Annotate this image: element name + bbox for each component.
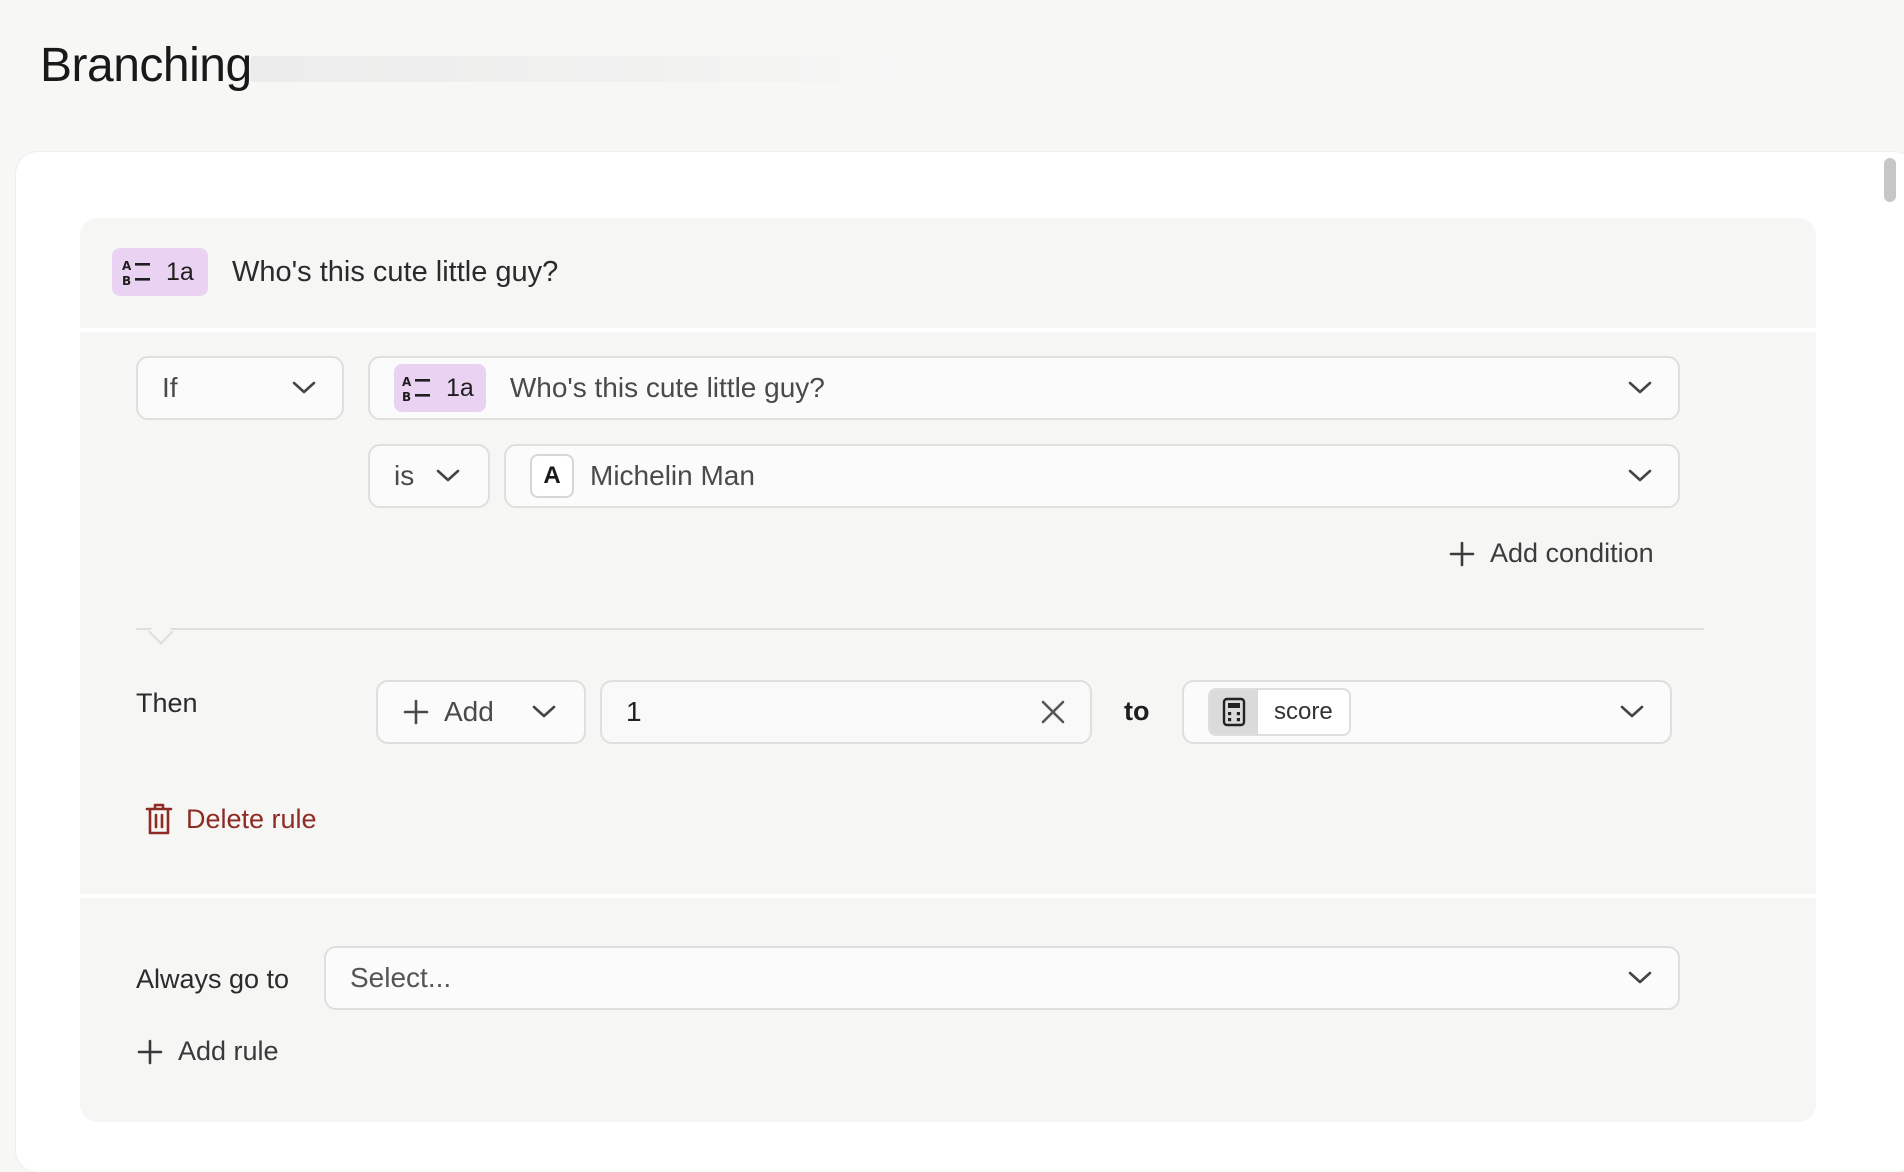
variable-name: score [1274, 698, 1333, 725]
scrollbar[interactable] [1884, 158, 1896, 202]
answer-letter-chip: A [530, 454, 574, 498]
add-rule-label: Add rule [178, 1036, 279, 1066]
then-label: Then [136, 688, 198, 718]
answer-label: Michelin Man [590, 460, 755, 491]
comparator-select[interactable]: is [368, 444, 490, 508]
variable-chip: score [1208, 688, 1351, 736]
delete-rule-button[interactable]: Delete rule [144, 802, 317, 836]
clear-icon[interactable] [1040, 699, 1066, 725]
add-condition-button[interactable]: Add condition [1448, 538, 1654, 569]
svg-text:B: B [122, 274, 131, 287]
condition-question-title: Who's this cute little guy? [509, 372, 825, 403]
multiple-choice-icon: A B [402, 375, 430, 403]
plus-icon [1449, 541, 1475, 566]
svg-text:A: A [402, 375, 412, 389]
action-value-input[interactable]: 1 [600, 680, 1092, 744]
to-label: to [1124, 696, 1150, 726]
svg-text:B: B [402, 390, 411, 403]
branching-card: A B 1a Who's this cute little guy? If A … [80, 218, 1816, 1122]
condition-question-badge: A B 1a [394, 364, 486, 412]
select-placeholder: Select... [350, 962, 452, 993]
multiple-choice-icon: A B [122, 259, 150, 287]
chevron-down-icon [436, 469, 460, 482]
action-value: 1 [626, 696, 642, 727]
delete-rule-label: Delete rule [186, 803, 317, 834]
chevron-down-icon [1628, 469, 1652, 482]
always-go-to-label: Always go to [136, 964, 290, 994]
comparator-value: is [394, 460, 415, 491]
question-title: Who's this cute little guy? [232, 256, 559, 288]
trash-icon [145, 803, 173, 835]
question-header: A B 1a Who's this cute little guy? [80, 218, 1816, 332]
chevron-down-icon [1620, 705, 1644, 718]
title-fade-decoration [250, 56, 910, 82]
plus-icon [137, 1039, 163, 1064]
question-badge: A B 1a [112, 248, 208, 296]
action-select[interactable]: Add [376, 680, 586, 744]
action-label: Add [444, 696, 494, 727]
condition-question-select[interactable]: A B 1a Who's this cute little guy? [368, 356, 1680, 420]
condition-question-number: 1a [446, 373, 474, 402]
answer-select[interactable]: A Michelin Man [504, 444, 1680, 508]
calculator-icon [1210, 690, 1258, 734]
chevron-down-icon [1628, 381, 1652, 394]
chevron-down-icon [532, 705, 556, 718]
section-divider [136, 628, 1704, 630]
always-go-to-select[interactable]: Select... [324, 946, 1680, 1010]
operator-select[interactable]: If [136, 356, 344, 420]
chevron-down-icon [292, 381, 316, 394]
question-number: 1a [166, 257, 194, 286]
divider-notch [148, 619, 174, 645]
add-rule-button[interactable]: Add rule [136, 1036, 279, 1067]
page-title: Branching [40, 39, 252, 92]
variable-select[interactable]: score [1182, 680, 1672, 744]
chevron-down-icon [1628, 971, 1652, 984]
svg-text:A: A [122, 259, 132, 273]
fallback-divider [80, 894, 1816, 898]
add-condition-label: Add condition [1490, 538, 1654, 568]
operator-value: If [162, 372, 178, 403]
plus-icon [403, 699, 429, 725]
